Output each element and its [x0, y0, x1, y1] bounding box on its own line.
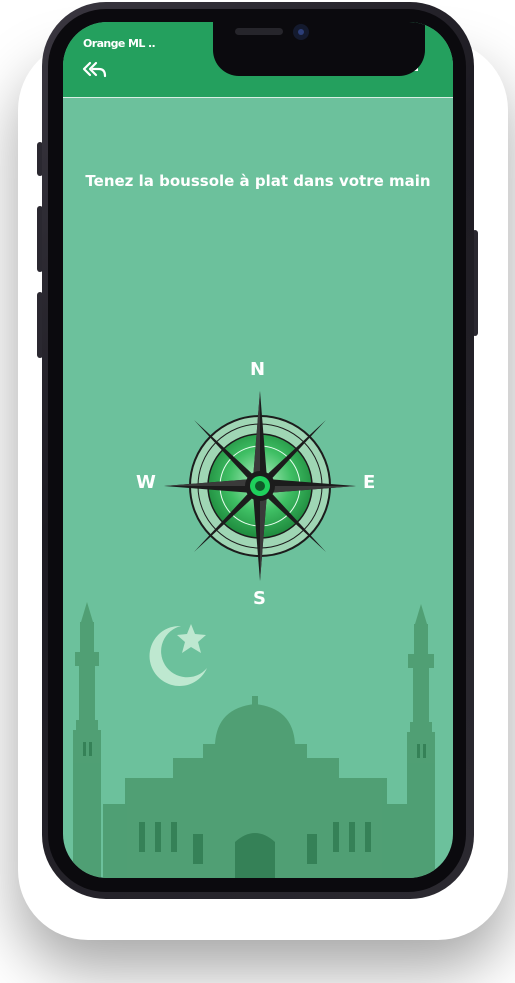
- compass-north-label: N: [250, 359, 266, 380]
- app-screen: Orange ML .. Tenez la boussole à plat da…: [63, 22, 453, 878]
- front-camera: [293, 24, 309, 40]
- compass-rose: [164, 391, 356, 581]
- compass-west-label: W: [136, 472, 156, 493]
- earpiece-speaker: [235, 28, 283, 35]
- double-chevron-back-icon: [82, 61, 107, 78]
- instruction-text: Tenez la boussole à plat dans votre main: [85, 172, 431, 190]
- mosque-illustration: [73, 602, 435, 878]
- compass-east-label: E: [363, 472, 376, 493]
- back-button[interactable]: [82, 60, 108, 80]
- carrier-label: Orange ML ..: [83, 37, 156, 50]
- app-bar-divider: [63, 97, 453, 98]
